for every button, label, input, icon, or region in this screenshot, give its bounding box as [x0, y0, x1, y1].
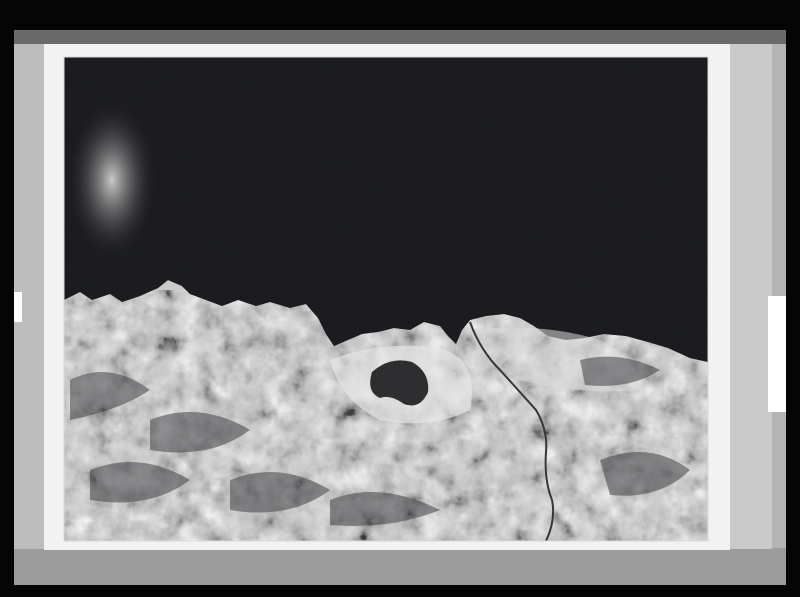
film-notch-left: [14, 292, 22, 322]
film-top-edge: [14, 30, 786, 44]
photo-artwork: [14, 30, 786, 585]
film-right-strip: [730, 44, 772, 549]
film-bottom-strip: [14, 548, 786, 585]
photo-scan: [0, 0, 800, 597]
film-grain: [64, 57, 708, 541]
aerial-photo: [64, 57, 708, 541]
film-notch-right: [768, 296, 786, 412]
